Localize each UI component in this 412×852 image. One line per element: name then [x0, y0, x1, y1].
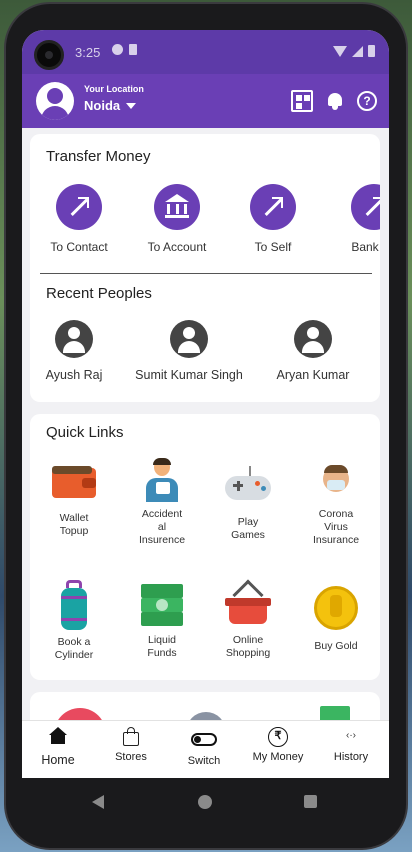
gamepad-icon [225, 466, 271, 510]
quick-link-label: Wallet Topup [59, 512, 89, 537]
recent-person[interactable]: Ayush Raj [42, 320, 106, 382]
nav-stores[interactable]: Stores [95, 727, 167, 763]
quick-links-title: Quick Links [46, 424, 124, 441]
wallet-icon [52, 462, 96, 506]
help-icon[interactable]: ? [357, 91, 377, 111]
bell-icon[interactable] [327, 92, 343, 110]
nav-home[interactable]: Home [22, 727, 94, 767]
status-bar: 3:25 [22, 30, 389, 74]
person-name: Ayush Raj [45, 368, 103, 382]
profile-avatar[interactable] [36, 82, 74, 120]
quick-link-label: Book a Cylinder [54, 636, 94, 661]
app-screen: 3:25 Your Location Noida ? Transfer Mone… [22, 30, 389, 778]
quick-link-label: Liquid Funds [147, 634, 177, 659]
bank-icon [165, 194, 189, 220]
quick-link-online-shopping[interactable]: Online Shopping [208, 579, 288, 660]
recent-person[interactable]: Sumit Kumar Singh [132, 320, 246, 382]
quick-links-card: Quick Links Wallet Topup Accident al Ins… [30, 414, 380, 680]
injured-person-icon [142, 458, 182, 502]
person-icon [294, 320, 332, 358]
recent-person[interactable]: Aryan Kumar [274, 320, 352, 382]
sim-icon [129, 44, 137, 55]
transfer-to-self[interactable]: To Self [228, 184, 318, 254]
quick-link-corona-insurance[interactable]: Corona Virus Insurance [296, 458, 376, 547]
quick-link-label: Accident al Insurence [138, 508, 186, 546]
nav-my-money[interactable]: ₹ My Money [242, 727, 314, 763]
recent-people: Ayush Raj Sumit Kumar Singh Aryan Kumar [30, 320, 380, 390]
chevron-down-icon [126, 102, 137, 109]
nav-label: History [333, 751, 369, 763]
battery-icon [368, 45, 375, 57]
nav-label: My Money [252, 751, 304, 763]
person-name: Sumit Kumar Singh [135, 368, 243, 382]
status-time: 3:25 [75, 45, 101, 60]
nav-history[interactable]: ‹·› History [315, 727, 387, 763]
wifi-icon [333, 45, 347, 57]
nav-label: Switch [187, 755, 221, 767]
header-actions: ? [291, 90, 377, 112]
toggle-icon [191, 731, 217, 751]
home-icon [49, 727, 67, 747]
transfer-options: To Contact To Account To Self Bank [30, 184, 380, 264]
gold-coin-icon [314, 586, 358, 630]
home-button-icon[interactable] [198, 795, 212, 809]
status-system-icons [333, 45, 375, 57]
location-label: Your Location [84, 84, 144, 94]
location-value: Noida [84, 98, 121, 113]
quick-link-label: Corona Virus Insurance [312, 508, 360, 546]
location-selector[interactable]: Noida [84, 98, 137, 113]
quick-link-play-games[interactable]: Play Games [208, 466, 288, 542]
back-icon[interactable] [92, 795, 104, 809]
transfer-item-label: To Account [147, 240, 207, 254]
transfer-to-contact[interactable]: To Contact [34, 184, 124, 254]
signal-icon [352, 45, 363, 57]
person-icon [55, 320, 93, 358]
gas-cylinder-icon [59, 580, 89, 630]
quick-link-liquid-funds[interactable]: Liquid Funds [122, 582, 202, 660]
shopping-basket-icon [225, 579, 271, 628]
qr-scan-icon[interactable] [291, 90, 313, 112]
arrow-icon [69, 197, 89, 217]
transfer-item-label: To Self [254, 240, 292, 254]
arrow-icon [364, 197, 380, 217]
transfer-item-label: Bank Ba [351, 240, 380, 254]
quick-link-book-cylinder[interactable]: Book a Cylinder [34, 580, 114, 662]
transfer-card: Transfer Money To Contact To Account To … [30, 134, 380, 402]
bag-icon [123, 727, 139, 747]
quick-link-label: Online Shopping [225, 634, 271, 659]
quick-link-accidental-insurance[interactable]: Accident al Insurence [122, 458, 202, 547]
transfer-bank-balance[interactable]: Bank Ba [329, 184, 380, 254]
arrow-icon [263, 197, 283, 217]
quick-link-label: Buy Gold [314, 640, 358, 652]
quick-link-label: Play Games [231, 516, 265, 541]
nav-label: Home [41, 753, 75, 767]
transfer-to-account[interactable]: To Account [132, 184, 222, 254]
transfer-item-label: To Contact [50, 240, 108, 254]
bottom-navigation: Home Stores Switch ₹ My Money ‹·› Histor… [22, 720, 389, 778]
recent-title: Recent Peoples [46, 285, 152, 302]
masked-face-icon [321, 458, 351, 502]
quick-link-buy-gold[interactable]: Buy Gold [296, 586, 376, 653]
person-name: Aryan Kumar [276, 368, 350, 382]
nav-label: Stores [115, 751, 147, 763]
notification-icon [112, 44, 123, 55]
rupee-icon: ₹ [268, 727, 288, 747]
transfer-title: Transfer Money [46, 148, 151, 165]
system-navigation [22, 778, 389, 826]
history-icon: ‹·› [346, 730, 356, 741]
nav-switch[interactable]: Switch [168, 727, 240, 767]
front-camera [34, 40, 64, 70]
status-notification-icons [112, 44, 137, 55]
quick-link-wallet-topup[interactable]: Wallet Topup [34, 462, 114, 538]
section-divider [40, 273, 372, 274]
app-header: Your Location Noida ? [22, 74, 389, 128]
cash-icon [141, 582, 183, 628]
person-icon [170, 320, 208, 358]
recents-icon[interactable] [304, 795, 317, 808]
